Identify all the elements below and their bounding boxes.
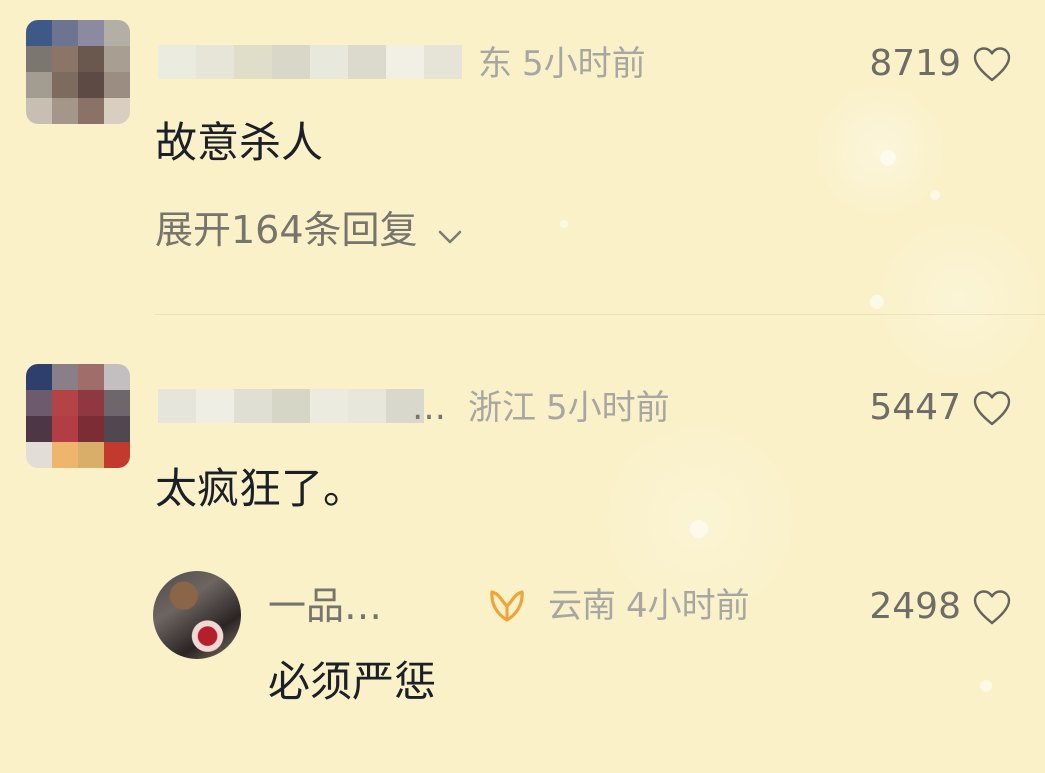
- background-speck: [980, 680, 992, 692]
- background-speck: [690, 520, 708, 538]
- time-text: 5小时前: [522, 44, 646, 84]
- comment-meta: 东 5小时前: [478, 44, 646, 84]
- location-text: 云南: [548, 586, 616, 626]
- expand-replies-label: 展开164条回复: [155, 208, 418, 252]
- background-speck: [880, 150, 896, 166]
- ribbon-badge-icon: [490, 590, 524, 622]
- chevron-down-icon: [436, 210, 464, 256]
- background-speck: [560, 220, 568, 228]
- comment-meta: … 浙江 5小时前: [412, 388, 670, 428]
- avatar[interactable]: [26, 364, 130, 468]
- heart-outline-icon: [973, 590, 1011, 625]
- time-text: 5小时前: [546, 388, 670, 428]
- reply-username[interactable]: 一品…: [268, 584, 382, 628]
- like-button[interactable]: 5447: [869, 386, 1013, 430]
- location-text: 东: [478, 44, 512, 84]
- expand-replies-button[interactable]: 展开164条回复: [155, 207, 464, 256]
- comment-meta: 云南 4小时前: [548, 586, 750, 626]
- divider: [155, 314, 1045, 315]
- avatar[interactable]: [26, 20, 130, 124]
- like-button[interactable]: 2498: [869, 585, 1013, 629]
- username-blurred[interactable]: [158, 386, 424, 426]
- like-count: 5447: [869, 387, 961, 428]
- avatar[interactable]: [153, 571, 241, 659]
- comment-list: 东 5小时前 8719 故意杀人 展开164条回复 … 浙江 5小时前 5447…: [0, 0, 1045, 773]
- background-speck: [870, 295, 884, 309]
- like-count: 2498: [869, 586, 961, 627]
- time-text: 4小时前: [626, 586, 750, 626]
- heart-outline-icon: [973, 391, 1011, 426]
- location-text: 浙江: [468, 388, 536, 428]
- heart-outline-icon: [973, 47, 1011, 82]
- username-suffix: …: [412, 388, 446, 428]
- like-button[interactable]: 8719: [869, 42, 1013, 86]
- comment-text: 太疯狂了。: [155, 464, 366, 513]
- comment-text: 故意杀人: [155, 118, 324, 167]
- background-speck: [930, 190, 940, 200]
- username-blurred[interactable]: [158, 42, 462, 82]
- comment-text: 必须严惩: [268, 657, 437, 706]
- like-count: 8719: [869, 43, 961, 84]
